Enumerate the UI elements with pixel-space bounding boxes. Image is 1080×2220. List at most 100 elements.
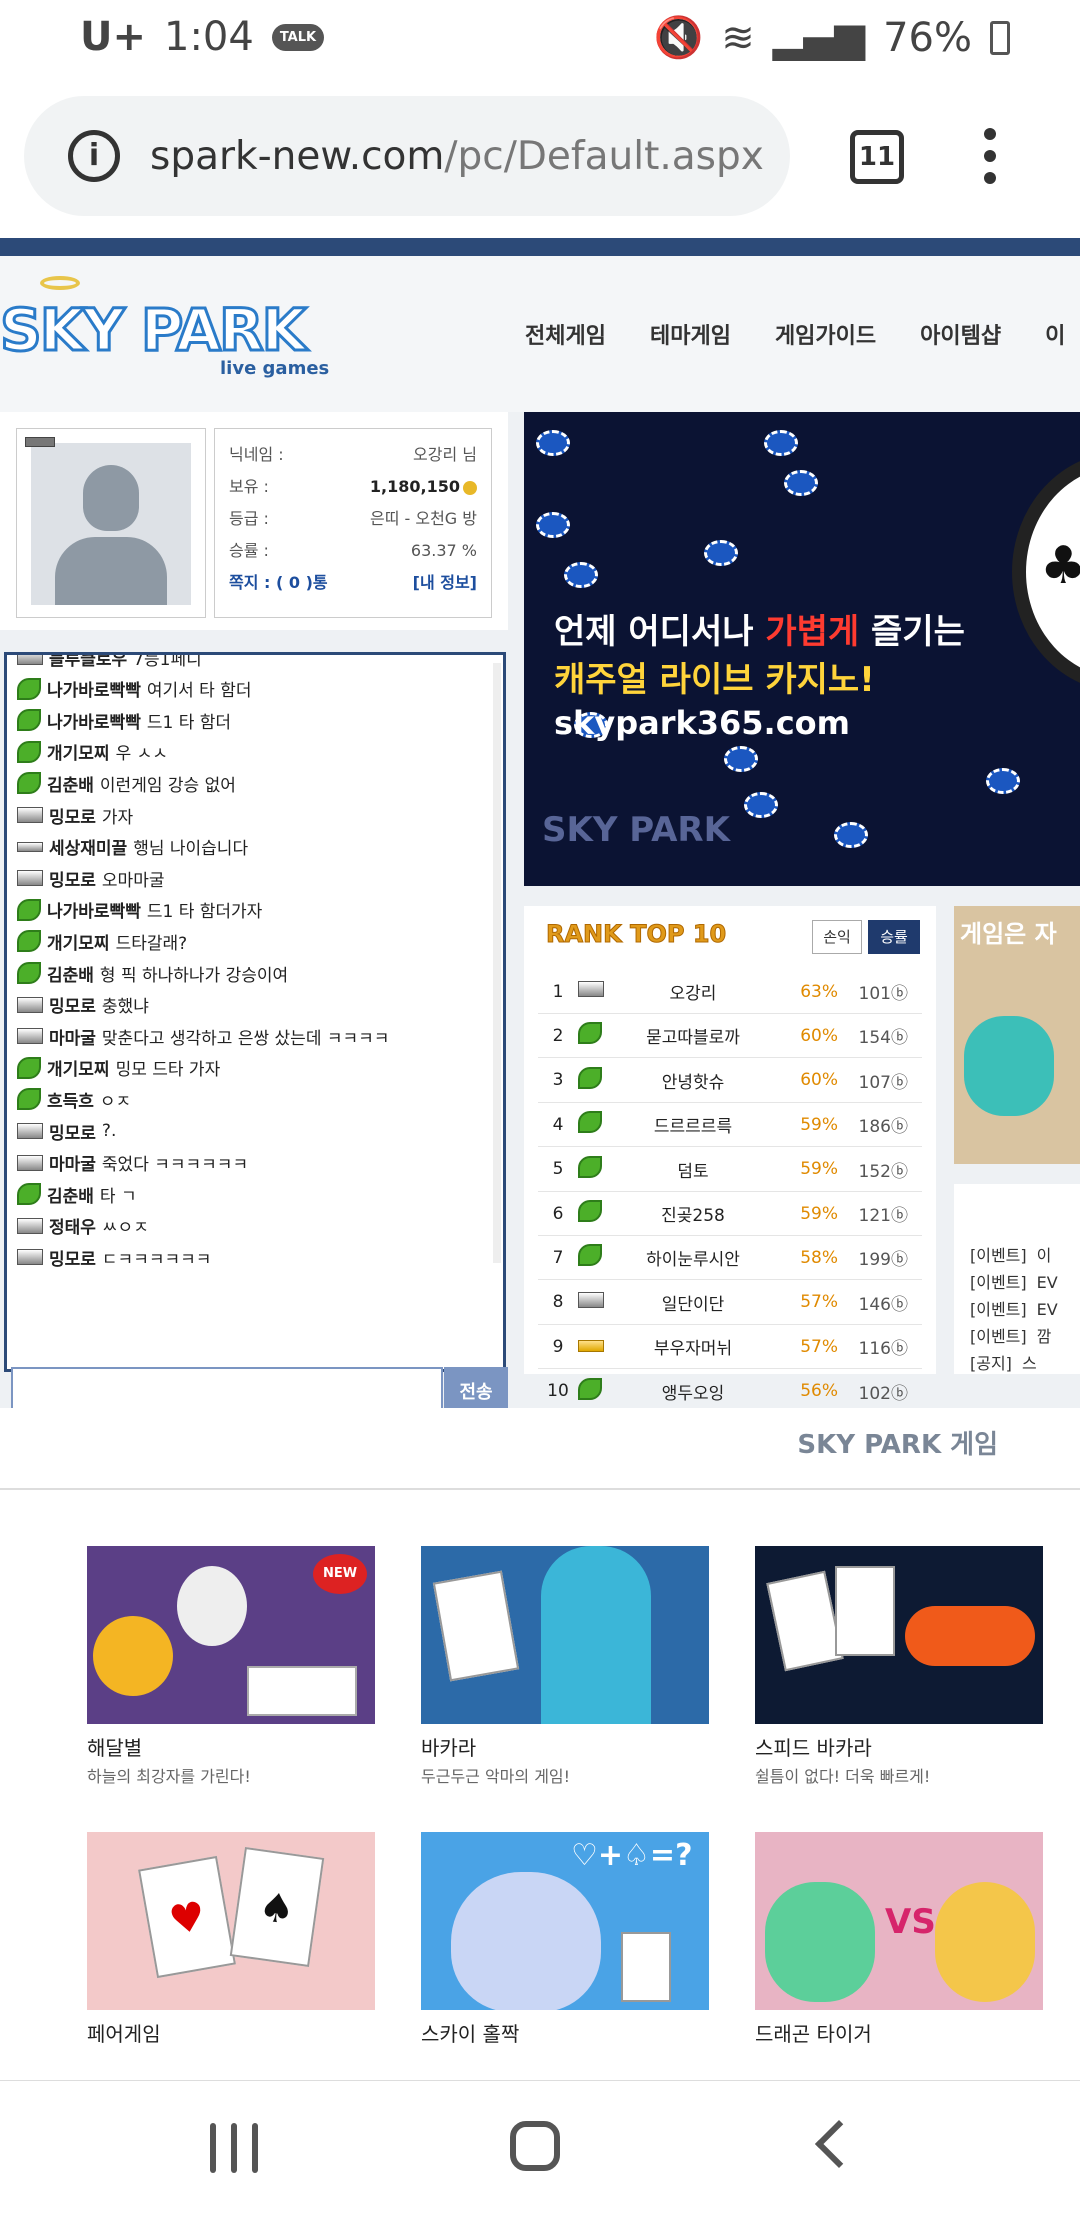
chat-nickname[interactable]: 마마굴 xyxy=(49,1024,96,1049)
chat-nickname[interactable]: 김춘배 xyxy=(47,1182,94,1207)
game-name: 페어게임 xyxy=(87,2022,161,2046)
rank-row[interactable]: 7 하이눈루시안 58% 199ⓑ xyxy=(538,1236,922,1281)
avatar-image xyxy=(31,443,191,605)
recent-apps-button[interactable] xyxy=(210,2123,258,2173)
chat-log[interactable]: 블루클로우 7등1페디 나가바로빡빡 여기서 타 함더 나가바로빡빡 드1 타 함더 개기모… xyxy=(7,655,503,1267)
chat-nickname[interactable]: 밍모로 xyxy=(49,1245,96,1267)
leaf-grade-icon xyxy=(17,772,41,795)
rank-nickname: 하이눈루시안 xyxy=(646,1250,740,1271)
chat-nickname[interactable]: 개기모찌 xyxy=(47,1055,110,1080)
site-info-icon[interactable]: i xyxy=(68,130,120,182)
side-promo-banner[interactable]: 게임은 자 xyxy=(954,906,1080,1164)
chat-text: ㅇㅈ xyxy=(99,1091,132,1112)
new-badge: NEW xyxy=(313,1554,367,1594)
rank-winrate: 58% xyxy=(800,1247,838,1268)
rank-tab-winrate[interactable]: 승률 xyxy=(868,920,920,954)
rank-row[interactable]: 5 덤토 59% 152ⓑ xyxy=(538,1148,922,1192)
note-link[interactable]: 쪽지 : ( 0 )통 xyxy=(229,567,328,599)
rank-badge xyxy=(578,1066,618,1094)
notice-item[interactable]: [이벤트] EV xyxy=(970,1296,1058,1320)
chat-nickname[interactable]: 나가바로빡빡 xyxy=(47,897,141,922)
rank-row[interactable]: 4 드르르르륵 59% 186ⓑ xyxy=(538,1103,922,1148)
chat-message: 블루클로우 7등1페디 xyxy=(17,655,202,673)
skypark-logo[interactable]: SKY PARK live games xyxy=(0,276,340,386)
chat-nickname[interactable]: 김춘배 xyxy=(47,771,94,796)
game-card-pair-game[interactable]: ♥ ♠ 페어게임 xyxy=(87,1832,375,2047)
leaf-grade-icon xyxy=(17,962,41,984)
chat-nickname[interactable]: 마마굴 xyxy=(49,1150,96,1175)
chat-nickname[interactable]: 나가바로빡빡 xyxy=(47,676,141,701)
nav-game-guide[interactable]: 게임가이드 xyxy=(775,318,876,350)
chat-message: 마마굴 맞춘다고 생각하고 은쌍 샀는데 ㅋㅋㅋㅋ xyxy=(17,1020,389,1052)
banner-line1-c: 즐기는 xyxy=(859,612,965,652)
rank-row[interactable]: 1 오강리 63% 101ⓑ xyxy=(538,970,922,1014)
chat-nickname[interactable]: 개기모찌 xyxy=(47,739,110,764)
rank-row[interactable]: 10 앵두오잉 56% 102ⓑ xyxy=(538,1370,922,1414)
chat-nickname[interactable]: 정태우 xyxy=(49,1213,96,1238)
side-promo-title: 게임은 자 xyxy=(960,920,1057,948)
rank-number: 6 xyxy=(552,1203,564,1224)
box-grade-icon xyxy=(578,981,604,997)
chat-nickname[interactable]: 개기모찌 xyxy=(47,929,110,954)
game-card-sky-holjjak[interactable]: ♡+♤=? 스카이 홀짝 xyxy=(421,1832,709,2047)
chat-nickname[interactable]: 나가바로빡빡 xyxy=(47,708,141,733)
chat-nickname[interactable]: 흐득흐 xyxy=(47,1087,94,1112)
chat-text: 가자 xyxy=(101,807,134,828)
rank-row[interactable]: 8 일단이단 57% 146ⓑ xyxy=(538,1281,922,1325)
url-text[interactable]: spark-new.com/pc/Default.aspx xyxy=(150,134,764,179)
chat-nickname[interactable]: 밍모로 xyxy=(49,866,96,891)
notice-item[interactable]: [이벤트] 이 xyxy=(970,1242,1051,1266)
rank-row[interactable]: 6 진곶258 59% 121ⓑ xyxy=(538,1192,922,1236)
rank-tab-profit[interactable]: 손익 xyxy=(812,920,862,954)
promo-banner[interactable]: ♣ 언제 어디서나 가볍게 즐기는 캐주얼 라이브 카지노! skypark36… xyxy=(524,412,1080,886)
tab-switcher-button[interactable]: 11 xyxy=(850,130,904,184)
chat-nickname[interactable]: 밍모로 xyxy=(49,803,96,828)
browser-menu-icon[interactable] xyxy=(984,128,998,188)
nav-item-shop[interactable]: 아이템샵 xyxy=(920,318,1001,350)
rank-row[interactable]: 2 묻고따블로까 60% 154ⓑ xyxy=(538,1014,922,1059)
rank-row[interactable]: 3 안녕핫슈 60% 107ⓑ xyxy=(538,1059,922,1103)
chat-text: 드1 타 함더 xyxy=(146,712,232,733)
chat-nickname[interactable]: 밍모로 xyxy=(49,992,96,1017)
notice-title: EV xyxy=(1036,1300,1058,1319)
web-page: SKY PARK live games 전체게임 테마게임 게임가이드 아이템샵… xyxy=(0,238,1080,2080)
back-button[interactable] xyxy=(814,2119,864,2169)
leaf-grade-icon xyxy=(17,930,41,953)
my-info-link[interactable]: [내 정보] xyxy=(413,567,477,599)
nav-more[interactable]: 이 xyxy=(1045,318,1065,350)
chat-message: 김춘배 이런게임 강승 없어 xyxy=(17,767,236,799)
home-button[interactable] xyxy=(510,2121,560,2171)
notice-item[interactable]: [이벤트] 깜 xyxy=(970,1323,1051,1347)
rank-number: 5 xyxy=(552,1159,564,1180)
chat-scrollbar[interactable] xyxy=(493,663,501,1263)
rank-number: 4 xyxy=(552,1114,564,1135)
chat-nickname[interactable]: 김춘배 xyxy=(47,961,94,986)
banner-line1-a: 언제 어디서나 xyxy=(554,612,766,652)
banner-line1-b: 가볍게 xyxy=(765,612,860,652)
nav-all-games[interactable]: 전체게임 xyxy=(525,318,606,350)
game-card-speed-baccarat[interactable]: 스피드 바카라 쉴틈이 없다! 더욱 빠르게! xyxy=(755,1546,1043,1787)
notice-item[interactable]: [이벤트] EV xyxy=(970,1269,1058,1293)
game-card-baccarat[interactable]: 바카라 두근두근 악마의 게임! xyxy=(421,1546,709,1787)
nav-theme-games[interactable]: 테마게임 xyxy=(650,318,731,350)
chat-nickname[interactable]: 밍모로 xyxy=(49,1119,96,1144)
address-bar[interactable]: i spark-new.com/pc/Default.aspx xyxy=(24,96,790,216)
rank-count-value: 152 xyxy=(858,1161,891,1182)
banner-watermark-logo: SKY PARK xyxy=(542,810,730,850)
rank-nickname: 드르르르륵 xyxy=(653,1117,733,1138)
chat-nickname[interactable]: 블루클로우 xyxy=(49,655,127,670)
roulette-graphic: ♣ xyxy=(1012,452,1080,692)
rank-count-value: 102 xyxy=(858,1383,891,1404)
banner-url: skypark365.com xyxy=(554,704,850,742)
game-card-haedalbyeol[interactable]: NEW 해달별 하늘의 최강자를 가린다! xyxy=(87,1546,375,1787)
chat-nickname[interactable]: 세상재미끌 xyxy=(49,834,127,859)
chat-message: 정태우 ㅆㅇㅈ xyxy=(17,1210,149,1242)
box-grade-icon xyxy=(17,996,43,1013)
rank-row[interactable]: 9 부우자머뉘 57% 116ⓑ xyxy=(538,1325,922,1370)
chat-text: 오마마굴 xyxy=(101,870,165,891)
notice-item[interactable]: [공지] 스 xyxy=(970,1350,1037,1374)
leaf-grade-icon xyxy=(578,1022,602,1045)
game-card-dragon-tiger[interactable]: VS 드래곤 타이거 xyxy=(755,1832,1043,2047)
leaf-grade-icon xyxy=(578,1244,602,1267)
box-grade-icon xyxy=(17,1123,43,1139)
